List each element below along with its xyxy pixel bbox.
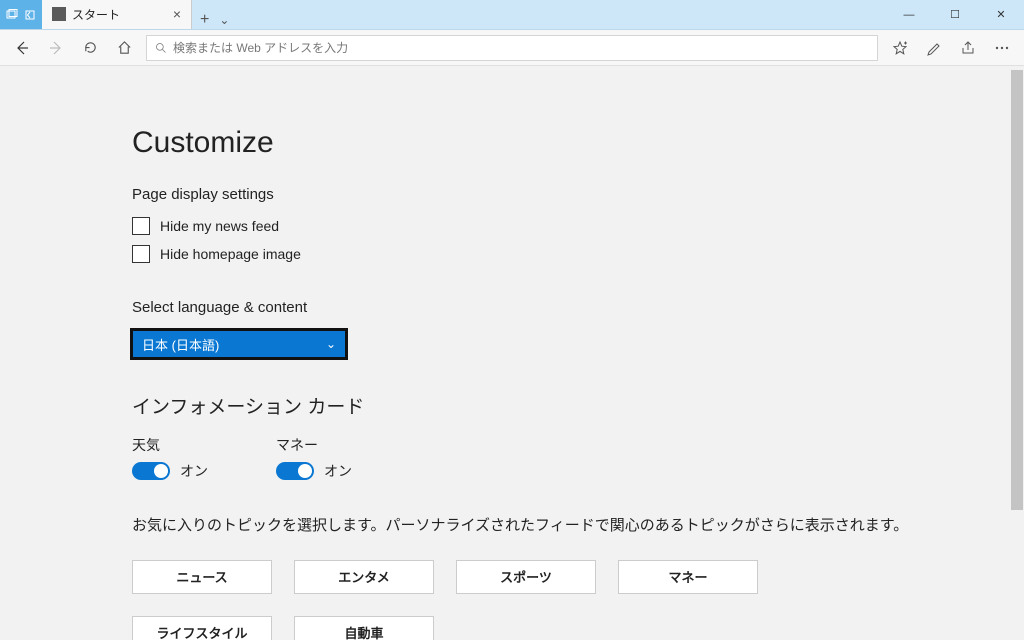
address-bar[interactable]: 検索または Web アドレスを入力 xyxy=(146,35,878,61)
edge-window: スタート × + ⌄ — ☐ ✕ 検索または Web xyxy=(0,0,1024,640)
title-bar: スタート × + ⌄ — ☐ ✕ xyxy=(0,0,1024,30)
toggle-money-value: オン xyxy=(324,461,352,481)
toggle-weather: 天気 オン xyxy=(132,435,208,481)
topic-money[interactable]: マネー xyxy=(618,560,758,594)
toggle-weather-label: 天気 xyxy=(132,435,208,455)
more-icon[interactable] xyxy=(986,34,1018,62)
vertical-scrollbar[interactable] xyxy=(1010,66,1024,640)
refresh-button[interactable] xyxy=(74,34,106,62)
notes-icon[interactable] xyxy=(918,34,950,62)
hide-homepage-row: Hide homepage image xyxy=(132,245,1010,263)
topics-grid: ニュース エンタメ スポーツ マネー ライフスタイル 自動車 xyxy=(132,560,812,640)
hide-feed-row: Hide my news feed xyxy=(132,217,1010,235)
home-button[interactable] xyxy=(108,34,140,62)
display-settings-label: Page display settings xyxy=(132,186,1010,203)
tabs-dropdown-icon[interactable]: ⌄ xyxy=(219,13,229,27)
topic-lifestyle[interactable]: ライフスタイル xyxy=(132,616,272,640)
back-button[interactable] xyxy=(6,34,38,62)
tab-preview-icon[interactable] xyxy=(6,9,18,21)
tab-favicon xyxy=(52,7,66,21)
topic-news[interactable]: ニュース xyxy=(132,560,272,594)
page-title: Customize xyxy=(132,126,1010,160)
hide-homepage-label: Hide homepage image xyxy=(160,246,301,262)
tab-title: スタート xyxy=(72,6,120,23)
titlebar-left-icons xyxy=(0,0,42,29)
tab-actions: + ⌄ xyxy=(192,11,237,29)
customize-page: Customize Page display settings Hide my … xyxy=(0,66,1010,640)
page-viewport: Customize Page display settings Hide my … xyxy=(0,66,1024,640)
toggle-money-switch[interactable] xyxy=(276,462,314,480)
forward-button[interactable] xyxy=(40,34,72,62)
toggle-weather-value: オン xyxy=(180,461,208,481)
set-aside-icon[interactable] xyxy=(24,9,36,21)
toggle-weather-switch[interactable] xyxy=(132,462,170,480)
topic-entertainment[interactable]: エンタメ xyxy=(294,560,434,594)
language-select[interactable]: 日本 (日本語) ⌄ xyxy=(132,330,346,358)
topic-sports[interactable]: スポーツ xyxy=(456,560,596,594)
close-window-button[interactable]: ✕ xyxy=(978,0,1024,29)
scroll-thumb[interactable] xyxy=(1011,70,1023,510)
search-icon xyxy=(155,42,167,54)
info-cards-title: インフォメーション カード xyxy=(132,392,1010,419)
maximize-button[interactable]: ☐ xyxy=(932,0,978,29)
toggle-money-label: マネー xyxy=(276,435,352,455)
topic-auto[interactable]: 自動車 xyxy=(294,616,434,640)
nav-bar: 検索または Web アドレスを入力 xyxy=(0,30,1024,66)
window-controls: — ☐ ✕ xyxy=(886,0,1024,29)
hide-homepage-checkbox[interactable] xyxy=(132,245,150,263)
tab-close-icon[interactable]: × xyxy=(173,6,181,22)
hide-feed-checkbox[interactable] xyxy=(132,217,150,235)
info-toggles: 天気 オン マネー オン xyxy=(132,435,1010,481)
chevron-down-icon: ⌄ xyxy=(326,337,336,351)
select-language-label: Select language & content xyxy=(132,299,1010,316)
toggle-money: マネー オン xyxy=(276,435,352,481)
minimize-button[interactable]: — xyxy=(886,0,932,29)
tab-strip: スタート × + ⌄ xyxy=(42,0,237,29)
new-tab-icon[interactable]: + xyxy=(200,11,209,29)
share-icon[interactable] xyxy=(952,34,984,62)
language-value: 日本 (日本語) xyxy=(142,335,219,354)
topics-description: お気に入りのトピックを選択します。パーソナライズされたフィードで関心のあるトピッ… xyxy=(132,515,912,538)
address-placeholder: 検索または Web アドレスを入力 xyxy=(173,39,348,56)
toolbar-right xyxy=(884,34,1018,62)
browser-tab[interactable]: スタート × xyxy=(42,0,192,29)
hide-feed-label: Hide my news feed xyxy=(160,218,279,234)
favorites-icon[interactable] xyxy=(884,34,916,62)
